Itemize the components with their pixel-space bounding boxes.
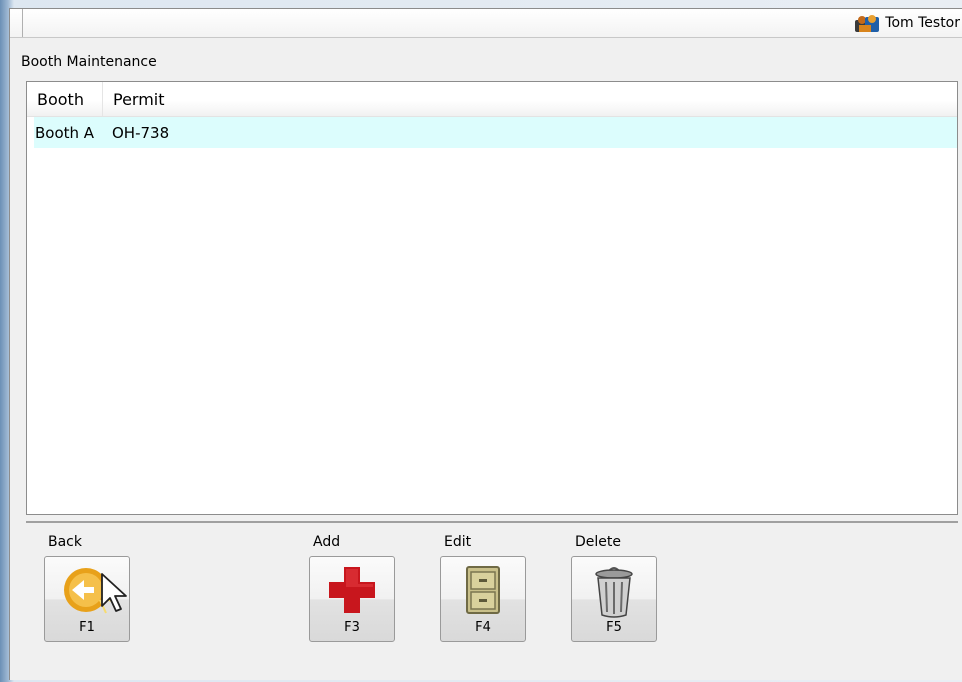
title-bar: Tom Testor <box>10 9 962 38</box>
back-label: Back <box>48 534 82 550</box>
title-bar-frame <box>10 9 23 37</box>
table-header: Booth Permit <box>27 82 957 117</box>
add-label: Add <box>313 534 341 550</box>
add-shortcut: F3 <box>344 620 360 635</box>
red-cross-icon <box>329 567 375 613</box>
mouse-cursor-icon <box>101 573 127 612</box>
delete-action: Delete F5 <box>571 533 659 642</box>
users-icon <box>855 14 881 32</box>
file-cabinet-icon <box>466 566 500 614</box>
booth-table: Booth Permit Booth A OH-738 <box>26 81 958 515</box>
add-button[interactable]: F3 <box>309 556 395 642</box>
back-shortcut: F1 <box>79 620 95 635</box>
user-indicator: Tom Testor <box>855 14 960 32</box>
edit-label: Edit <box>444 534 472 550</box>
edit-shortcut: F4 <box>475 620 491 635</box>
cell-permit: OH-738 <box>112 123 170 142</box>
trash-can-icon <box>595 567 633 618</box>
delete-label: Delete <box>575 534 621 550</box>
user-name: Tom Testor <box>885 15 960 31</box>
column-header-permit[interactable]: Permit <box>103 82 957 116</box>
action-toolbar: Back F1 Add F3 Edit F4 Delete F5 <box>26 521 958 677</box>
table-row[interactable]: Booth A OH-738 <box>34 117 957 148</box>
column-header-booth[interactable]: Booth <box>27 82 103 116</box>
edit-action: Edit F4 <box>440 533 528 642</box>
add-action: Add F3 <box>309 533 397 642</box>
delete-shortcut: F5 <box>606 620 622 635</box>
delete-button[interactable]: F5 <box>571 556 657 642</box>
page-title: Booth Maintenance <box>21 54 157 70</box>
app-window: Tom Testor Booth Maintenance Booth Permi… <box>9 8 962 680</box>
edit-button[interactable]: F4 <box>440 556 526 642</box>
cell-booth: Booth A <box>35 123 95 142</box>
